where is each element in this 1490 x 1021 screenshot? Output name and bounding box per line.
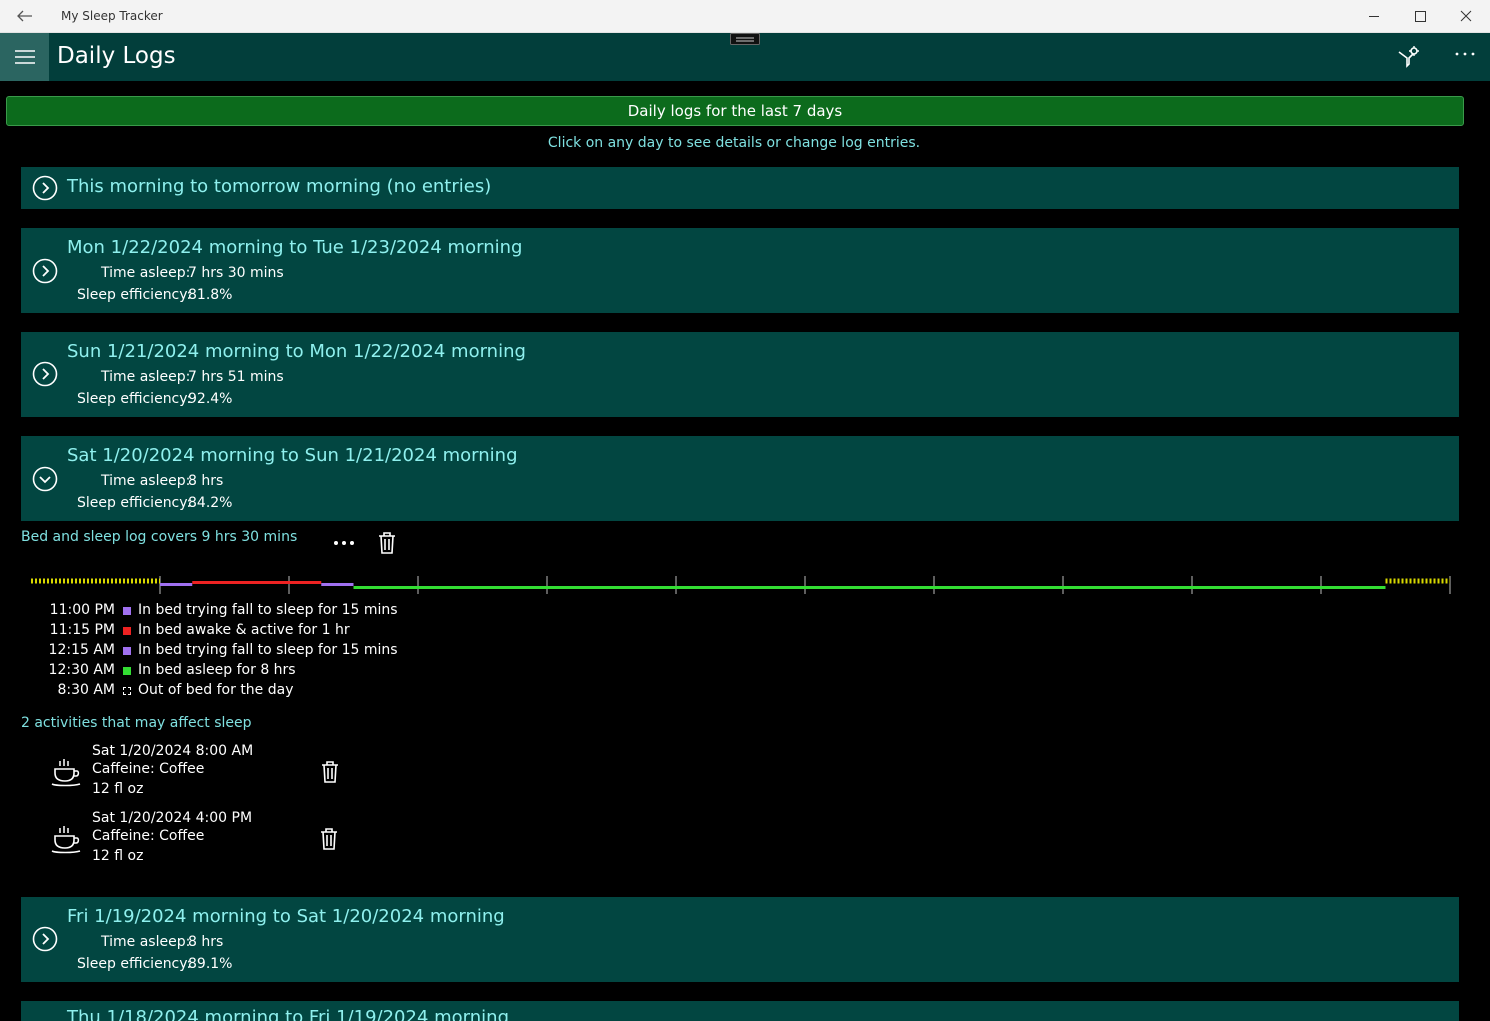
day-title: Sat 1/20/2024 morning to Sun 1/21/2024 m… xyxy=(67,445,518,466)
coffee-cup-icon xyxy=(51,826,81,854)
time-asleep-label: Time asleep: xyxy=(101,265,191,281)
day-card-thu-1-18[interactable]: Thu 1/18/2024 morning to Fri 1/19/2024 m… xyxy=(21,1001,1459,1021)
app-header: Daily Logs xyxy=(0,33,1490,81)
activity-datetime: Sat 1/20/2024 8:00 AM xyxy=(92,743,254,759)
entry-description: In bed asleep for 8 hrs xyxy=(138,662,296,678)
sleep-efficiency-label: Sleep efficiency: xyxy=(77,287,192,303)
entry-time: 11:15 PM xyxy=(49,622,115,638)
instruction-text: Click on any day to see details or chang… xyxy=(547,135,921,151)
timeline-entry[interactable]: 11:15 PM In bed awake & active for 1 hr xyxy=(0,621,500,641)
activity-datetime: Sat 1/20/2024 4:00 PM xyxy=(92,810,253,826)
sleep-efficiency-value: 92.4% xyxy=(188,391,233,407)
entry-color-swatch xyxy=(123,667,131,675)
entry-time: 12:30 AM xyxy=(48,662,115,678)
entry-time: 11:00 PM xyxy=(49,602,115,618)
activity-type: Caffeine: Coffee xyxy=(92,761,205,777)
close-window-icon[interactable] xyxy=(1443,0,1489,33)
hamburger-menu-button[interactable] xyxy=(0,33,49,81)
sleep-efficiency-label: Sleep efficiency: xyxy=(77,956,192,972)
time-asleep-label: Time asleep: xyxy=(101,934,191,950)
delete-log-trash-icon[interactable] xyxy=(376,531,398,555)
entry-color-swatch xyxy=(123,627,131,635)
day-card-sun-1-21[interactable]: Sun 1/21/2024 morning to Mon 1/22/2024 m… xyxy=(21,332,1459,417)
timeline-entry[interactable]: 12:30 AM In bed asleep for 8 hrs xyxy=(0,661,500,681)
time-asleep-value: 8 hrs xyxy=(188,934,224,950)
day-title: Mon 1/22/2024 morning to Tue 1/23/2024 m… xyxy=(67,237,523,258)
entry-color-swatch xyxy=(123,687,131,695)
summary-banner: Daily logs for the last 7 days xyxy=(6,96,1464,126)
log-more-options-icon[interactable] xyxy=(331,533,357,553)
day-title: Thu 1/18/2024 morning to Fri 1/19/2024 m… xyxy=(67,1007,509,1021)
entry-time: 12:15 AM xyxy=(48,642,115,658)
drag-handle-icon[interactable] xyxy=(729,33,761,46)
time-asleep-value: 7 hrs 30 mins xyxy=(188,265,284,281)
time-asleep-label: Time asleep: xyxy=(101,473,191,489)
page-title: Daily Logs xyxy=(57,43,176,69)
app-title: My Sleep Tracker xyxy=(61,9,163,23)
entry-description: In bed trying fall to sleep for 15 mins xyxy=(138,602,398,618)
timeline-entry[interactable]: 12:15 AM In bed trying fall to sleep for… xyxy=(0,641,500,661)
activities-heading: 2 activities that may affect sleep xyxy=(21,715,252,731)
delete-activity-trash-icon[interactable] xyxy=(319,760,341,784)
maximize-icon[interactable] xyxy=(1397,0,1443,33)
time-asleep-value: 8 hrs xyxy=(188,473,224,489)
coffee-cup-icon xyxy=(51,759,81,787)
log-coverage-text: Bed and sleep log covers 9 hrs 30 mins xyxy=(21,529,298,545)
time-asleep-label: Time asleep: xyxy=(101,369,191,385)
sleep-efficiency-value: 89.1% xyxy=(188,956,233,972)
hamburger-icon xyxy=(15,50,35,64)
window-titlebar: My Sleep Tracker xyxy=(0,0,1490,33)
filter-settings-icon[interactable] xyxy=(1395,44,1421,70)
collapse-chevron-icon[interactable] xyxy=(32,466,58,492)
sleep-efficiency-value: 84.2% xyxy=(188,495,233,511)
activity-item[interactable]: Sat 1/20/2024 8:00 AM Caffeine: Coffee 1… xyxy=(0,741,360,801)
delete-activity-trash-icon[interactable] xyxy=(318,827,340,851)
entry-description: In bed awake & active for 1 hr xyxy=(138,622,350,638)
day-card-today[interactable]: This morning to tomorrow morning (no ent… xyxy=(21,167,1459,209)
entry-color-swatch xyxy=(123,647,131,655)
timeline-entry[interactable]: 11:00 PM In bed trying fall to sleep for… xyxy=(0,601,500,621)
activity-item[interactable]: Sat 1/20/2024 4:00 PM Caffeine: Coffee 1… xyxy=(0,808,360,868)
sleep-efficiency-label: Sleep efficiency: xyxy=(77,391,192,407)
day-card-mon-1-22[interactable]: Mon 1/22/2024 morning to Tue 1/23/2024 m… xyxy=(21,228,1459,313)
more-options-icon[interactable] xyxy=(1452,44,1478,70)
activity-amount: 12 fl oz xyxy=(92,781,144,797)
back-arrow-icon[interactable] xyxy=(12,6,36,26)
entry-description: Out of bed for the day xyxy=(138,682,294,698)
expand-chevron-icon[interactable] xyxy=(32,926,58,952)
sleep-efficiency-value: 81.8% xyxy=(188,287,233,303)
day-title: This morning to tomorrow morning (no ent… xyxy=(67,176,492,197)
day-title: Fri 1/19/2024 morning to Sat 1/20/2024 m… xyxy=(67,906,505,927)
entry-color-swatch xyxy=(123,607,131,615)
activity-type: Caffeine: Coffee xyxy=(92,828,205,844)
minimize-icon[interactable] xyxy=(1351,0,1397,33)
expand-chevron-icon[interactable] xyxy=(32,175,58,201)
time-asleep-value: 7 hrs 51 mins xyxy=(188,369,284,385)
day-card-fri-1-19[interactable]: Fri 1/19/2024 morning to Sat 1/20/2024 m… xyxy=(21,897,1459,982)
activity-amount: 12 fl oz xyxy=(92,848,144,864)
entry-description: In bed trying fall to sleep for 15 mins xyxy=(138,642,398,658)
expand-chevron-icon[interactable] xyxy=(32,361,58,387)
entry-time: 8:30 AM xyxy=(57,682,115,698)
day-title: Sun 1/21/2024 morning to Mon 1/22/2024 m… xyxy=(67,341,526,362)
timeline-entry[interactable]: 8:30 AM Out of bed for the day xyxy=(0,681,500,701)
sleep-timeline-chart xyxy=(31,576,1451,594)
expand-chevron-icon[interactable] xyxy=(32,258,58,284)
day-card-sat-1-20[interactable]: Sat 1/20/2024 morning to Sun 1/21/2024 m… xyxy=(21,436,1459,521)
sleep-efficiency-label: Sleep efficiency: xyxy=(77,495,192,511)
timeline-entries-list: 11:00 PM In bed trying fall to sleep for… xyxy=(0,601,500,706)
